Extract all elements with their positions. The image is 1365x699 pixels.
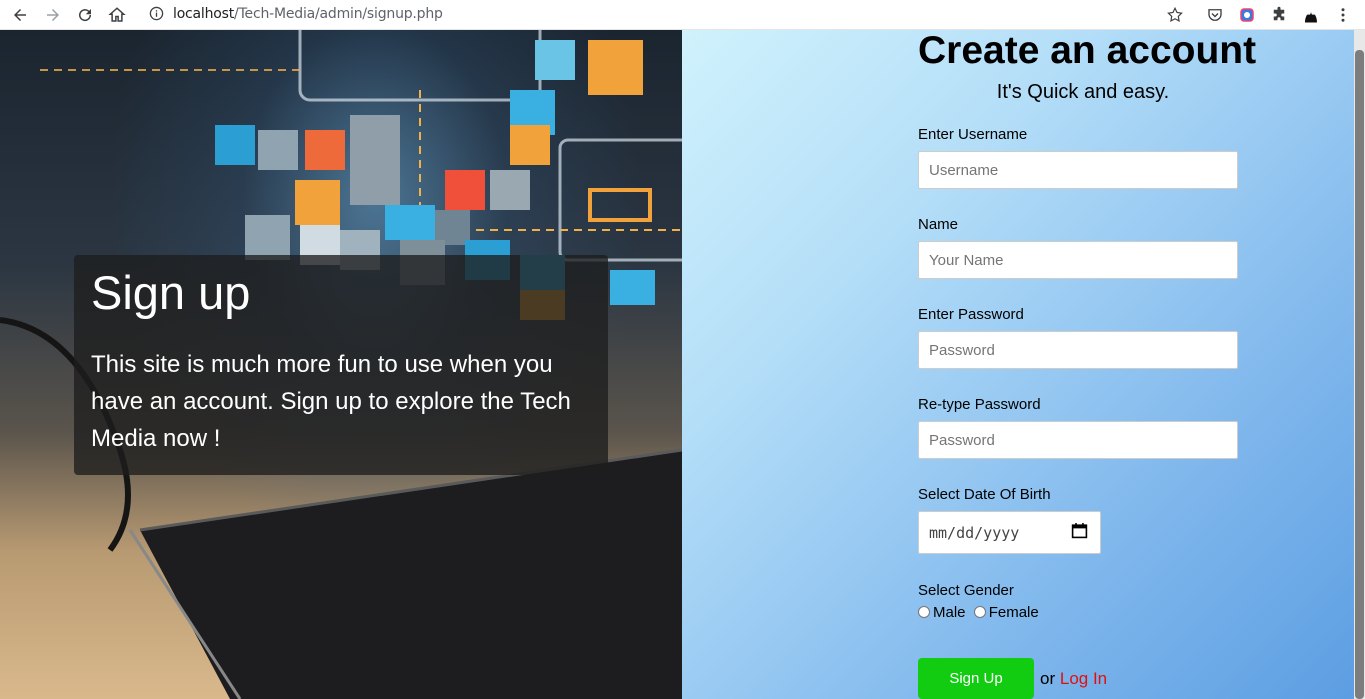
- name-label: Name: [918, 216, 959, 233]
- name-placeholder: Your Name: [929, 251, 1004, 269]
- menu-kebab-icon[interactable]: [1332, 4, 1354, 26]
- dob-label: Select Date Of Birth: [918, 486, 1051, 503]
- address-bar[interactable]: localhost/Tech-Media/admin/signup.php: [140, 1, 1192, 26]
- retype-password-input[interactable]: Password: [918, 421, 1238, 459]
- browser-toolbar: localhost/Tech-Media/admin/signup.php: [0, 0, 1365, 30]
- female-label: Female: [988, 604, 1039, 621]
- reload-icon[interactable]: [74, 4, 96, 26]
- male-radio[interactable]: [918, 605, 930, 618]
- site-info-icon[interactable]: [148, 6, 164, 22]
- retype-password-label: Re-type Password: [918, 396, 1041, 413]
- name-input[interactable]: Your Name: [918, 241, 1238, 279]
- color-extension-icon[interactable]: [1236, 4, 1258, 26]
- retype-password-placeholder: Password: [929, 431, 995, 449]
- password-input[interactable]: Password: [918, 331, 1238, 369]
- username-placeholder: Username: [929, 161, 999, 179]
- calendar-icon[interactable]: [1071, 522, 1088, 543]
- bookmark-star-icon[interactable]: [1164, 4, 1186, 26]
- password-placeholder: Password: [929, 341, 995, 359]
- form-subtitle: It's Quick and easy.: [996, 81, 1170, 103]
- log-in-link[interactable]: Log In: [1060, 669, 1107, 688]
- page-content: Sign up This site is much more fun to us…: [0, 29, 1365, 699]
- profile-avatar-icon[interactable]: [1300, 4, 1322, 26]
- hero-text: This site is much more fun to use when y…: [91, 351, 571, 452]
- password-label: Enter Password: [918, 306, 1024, 323]
- home-icon[interactable]: [106, 4, 128, 26]
- scrollbar-thumb[interactable]: [1355, 50, 1364, 699]
- username-input[interactable]: Username: [918, 151, 1238, 189]
- male-label: Male: [933, 604, 966, 621]
- gender-label: Select Gender: [918, 582, 1014, 599]
- or-login-text: or Log In: [1040, 669, 1107, 689]
- dob-input[interactable]: mm/dd/yyyy: [918, 511, 1101, 554]
- username-label: Enter Username: [918, 126, 1028, 143]
- hero-image-panel: Sign up This site is much more fun to us…: [0, 30, 682, 699]
- dob-placeholder: mm/dd/yyyy: [929, 523, 1020, 542]
- or-text: or: [1040, 669, 1056, 688]
- signup-form: Create an account It's Quick and easy. E…: [918, 29, 1278, 699]
- url-text: localhost/Tech-Media/admin/signup.php: [173, 6, 443, 22]
- back-icon[interactable]: [9, 4, 31, 26]
- pocket-icon[interactable]: [1204, 4, 1226, 26]
- forward-icon[interactable]: [42, 4, 64, 26]
- url-path: /Tech-Media/admin/signup.php: [234, 5, 443, 22]
- gender-options: Male Female: [918, 604, 1278, 621]
- signup-intro-overlay: Sign up This site is much more fun to us…: [74, 255, 608, 475]
- sign-up-button[interactable]: Sign Up: [918, 658, 1034, 699]
- female-radio[interactable]: [973, 605, 986, 618]
- hero-title: Sign up: [91, 266, 251, 319]
- url-host: localhost: [173, 5, 235, 22]
- form-title: Create an account: [918, 29, 1257, 72]
- extensions-puzzle-icon[interactable]: [1268, 4, 1290, 26]
- signup-form-panel: Create an account It's Quick and easy. E…: [682, 29, 1365, 699]
